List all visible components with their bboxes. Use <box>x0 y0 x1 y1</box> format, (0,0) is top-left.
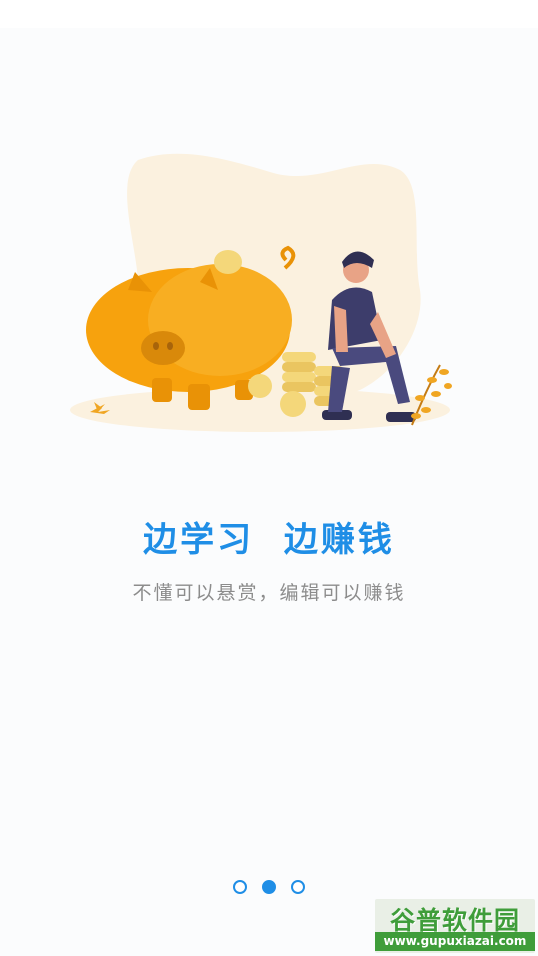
page-dot-1[interactable] <box>233 880 247 894</box>
piggy-bank-illustration <box>70 153 452 432</box>
status-bar-area <box>0 0 538 28</box>
page-dot-3[interactable] <box>291 880 305 894</box>
watermark-logo: 谷普软件园 www.gupuxiazai.com <box>375 899 535 953</box>
watermark-url: www.gupuxiazai.com <box>375 932 535 951</box>
intro-subline: 不懂可以悬赏，编辑可以赚钱 <box>132 582 406 604</box>
page-dot-2-active[interactable] <box>262 880 276 894</box>
page-indicator <box>0 880 538 898</box>
intro-headline: 边学习 边赚钱 <box>143 520 395 560</box>
